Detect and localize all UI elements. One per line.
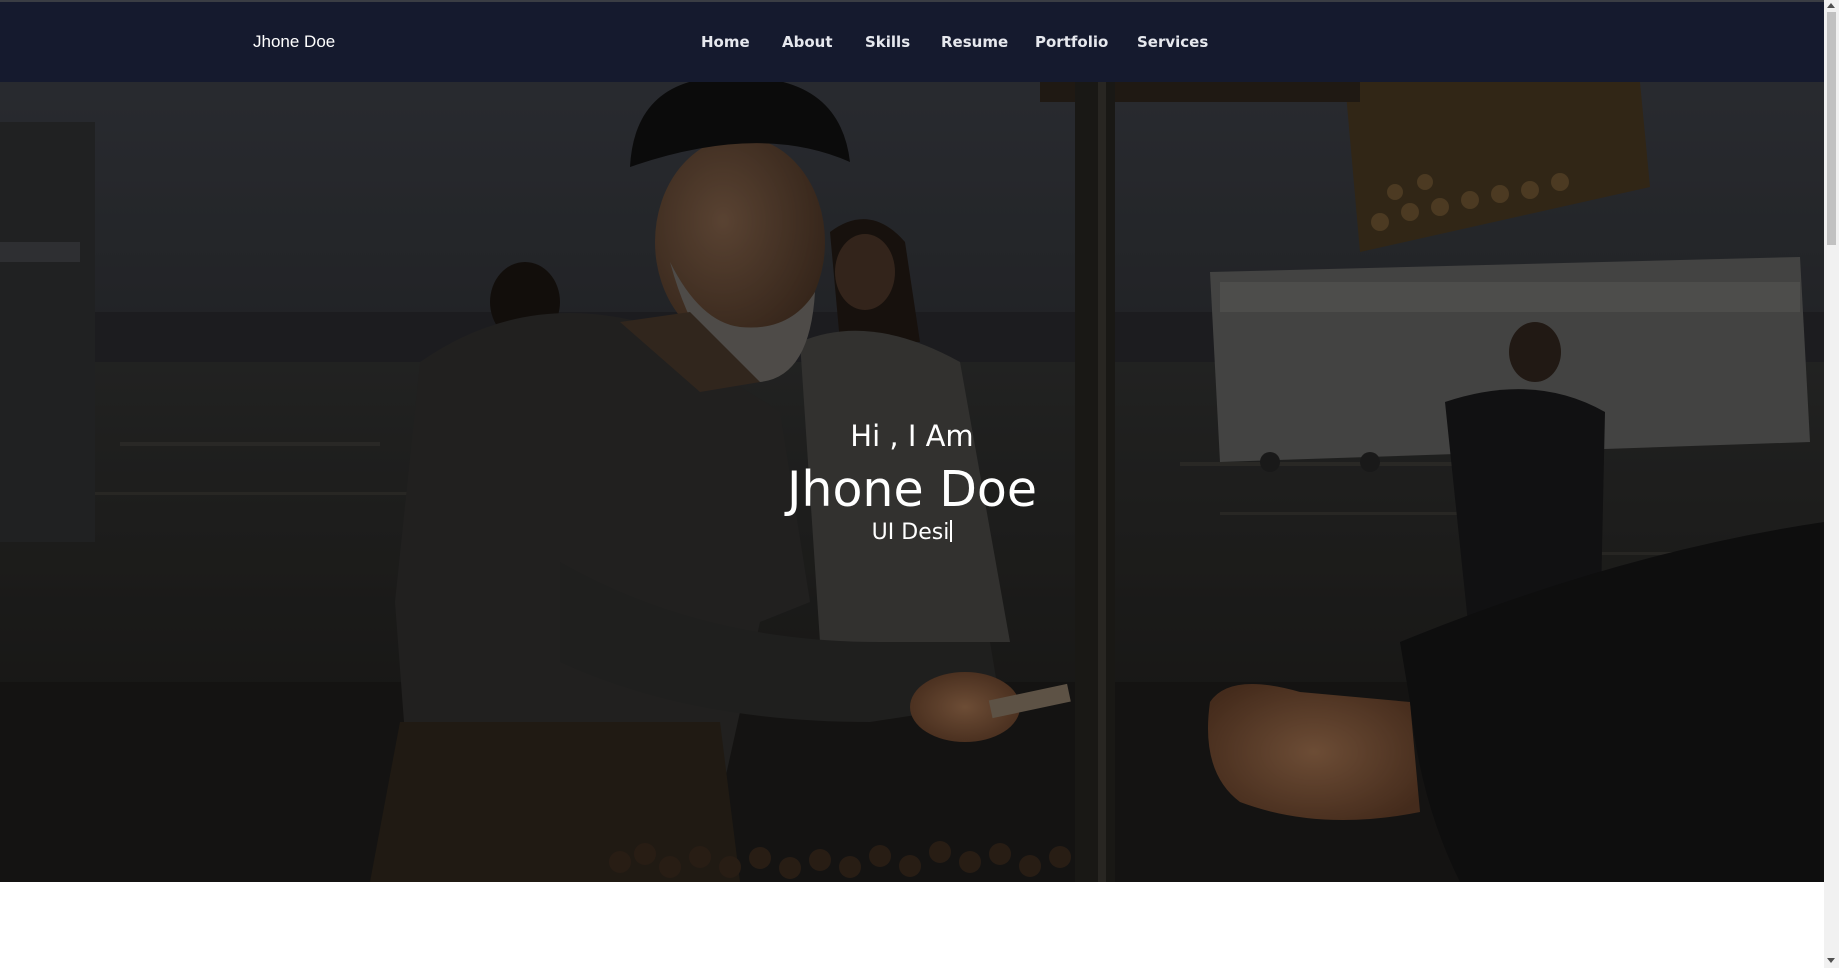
- hero-section: Hi , I Am Jhone Doe UI Desi: [0, 82, 1824, 882]
- nav-link-home[interactable]: Home: [701, 31, 750, 53]
- page: Jhone Doe Home About Skills Resume Portf…: [0, 0, 1839, 968]
- hero-role-text: UI Desi: [871, 520, 950, 545]
- next-section: [0, 882, 1824, 968]
- vertical-scrollbar[interactable]: [1824, 0, 1839, 968]
- navbar: Jhone Doe Home About Skills Resume Portf…: [0, 2, 1824, 82]
- scroll-down-arrow-icon[interactable]: [1827, 958, 1835, 963]
- typing-caret: [950, 520, 953, 542]
- hero-name: Jhone Doe: [786, 461, 1038, 518]
- scroll-up-arrow-icon[interactable]: [1827, 3, 1835, 8]
- nav-link-resume[interactable]: Resume: [941, 31, 1008, 53]
- nav-link-services[interactable]: Services: [1137, 31, 1208, 53]
- hero-role-typing: UI Desi: [0, 518, 1824, 548]
- scrollbar-thumb[interactable]: [1827, 12, 1836, 245]
- nav-link-about[interactable]: About: [782, 31, 833, 53]
- nav-link-skills[interactable]: Skills: [865, 31, 910, 53]
- brand-logo[interactable]: Jhone Doe: [253, 30, 335, 54]
- nav-link-portfolio[interactable]: Portfolio: [1035, 31, 1108, 53]
- hero-greeting: Hi , I Am: [850, 419, 974, 453]
